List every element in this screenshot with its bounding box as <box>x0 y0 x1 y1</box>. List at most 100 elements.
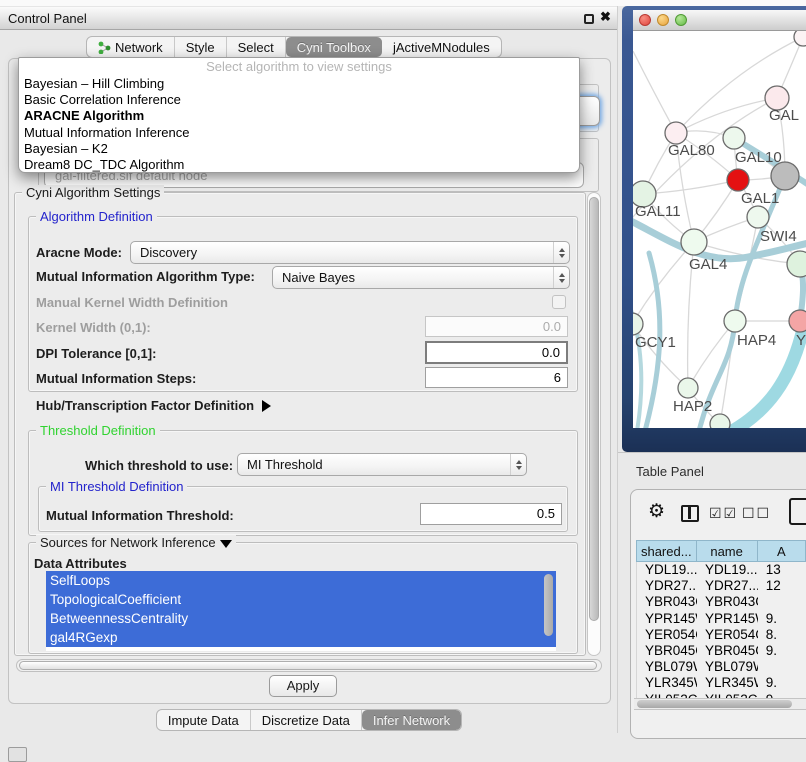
mi-threshold-label: Mutual Information Threshold: <box>46 508 234 523</box>
which-threshold-combo[interactable]: MI Threshold <box>237 453 527 476</box>
dropdown-item-bayesian-hill-climbing[interactable]: Bayesian – Hill Climbing <box>19 76 579 92</box>
table-row[interactable]: YDL19...YDL19...13 <box>637 562 806 578</box>
dropdown-item-aracne-algorithm[interactable]: ARACNE Algorithm <box>19 108 579 124</box>
control-panel-tabbar: NetworkStyleSelectCyni Toolbox jActiveMNo… <box>86 36 502 58</box>
dpi-tolerance-input[interactable]: 0.0 <box>425 341 568 364</box>
table-cell: YDR27... <box>697 578 758 594</box>
columns-icon[interactable] <box>681 505 699 522</box>
node-top-cut[interactable] <box>794 31 806 46</box>
table-cell: YLR345W <box>697 675 758 691</box>
which-threshold-label: Which threshold to use: <box>85 458 233 473</box>
hub-section-toggle[interactable]: Hub/Transcription Factor Definition <box>36 398 271 413</box>
table-row[interactable]: YDR27...YDR27...12 <box>637 578 806 594</box>
sources-legend[interactable]: Sources for Network Inference <box>36 535 236 550</box>
attribute-item-topologicalcoefficient[interactable]: TopologicalCoefficient <box>46 590 556 609</box>
column-header-name[interactable]: name <box>697 540 758 562</box>
column-header-a[interactable]: A <box>758 540 806 562</box>
table-row[interactable]: YBR043CYBR043C <box>637 594 806 610</box>
aracne-mode-combo[interactable]: Discovery <box>130 241 570 264</box>
node-gal10[interactable] <box>723 127 745 149</box>
node-gcy1[interactable] <box>633 313 643 335</box>
tab-label: jActiveMNodules <box>393 40 490 55</box>
table-row[interactable]: YPR145WYPR145W9. <box>637 611 806 627</box>
node-bottom-cut[interactable] <box>710 414 730 428</box>
node-hap2-label: HAP2 <box>673 398 712 415</box>
node-swi4[interactable] <box>747 206 769 228</box>
mi-steps-label: Mutual Information Steps: <box>36 371 196 386</box>
checked-boxes-icon[interactable]: ☑☑ <box>709 505 738 522</box>
table-row[interactable]: YBL079WYBL079W <box>637 659 806 675</box>
table-cell: YBL079W <box>637 659 697 675</box>
zoom-traffic-light-icon[interactable] <box>675 14 687 26</box>
unchecked-boxes-icon[interactable]: ☐☐ <box>742 505 771 522</box>
gear-icon[interactable]: ⚙ <box>648 501 665 523</box>
settings-horizontal-thumb[interactable] <box>19 661 597 670</box>
node-gal11-label: GAL11 <box>635 203 681 220</box>
node-gal80[interactable] <box>665 122 687 144</box>
attribute-item-gal4rgexp[interactable]: gal4RGexp <box>46 628 556 647</box>
minimize-traffic-light-icon[interactable] <box>657 14 669 26</box>
bottom-tab-discretize-data[interactable]: Discretize Data <box>251 710 362 730</box>
control-panel-edge <box>617 6 618 733</box>
table-cell: 9. <box>758 611 806 627</box>
table-header-row: shared...nameA <box>636 540 806 562</box>
collapsed-arrow-icon <box>262 400 271 412</box>
mi-threshold-input[interactable]: 0.5 <box>420 503 562 525</box>
settings-vertical-thumb[interactable] <box>589 197 599 621</box>
mi-algorithm-type-label: Mutual Information Algorithm Type: <box>36 269 255 284</box>
bottom-tab-impute-data[interactable]: Impute Data <box>157 710 251 730</box>
list-scrollbar-thumb[interactable] <box>544 574 553 636</box>
file-icon[interactable] <box>789 498 806 525</box>
network-icon <box>98 41 111 54</box>
mi-algorithm-type-combo[interactable]: Naive Bayes <box>272 266 570 289</box>
table-row[interactable]: YLR345WYLR345W9. <box>637 675 806 691</box>
table-horizontal-scrollbar[interactable] <box>634 698 806 710</box>
bottom-tab-infer-network[interactable]: Infer Network <box>362 710 461 730</box>
table-row[interactable]: YBR045CYBR045C9. <box>637 643 806 659</box>
tab-jactivemnodules[interactable]: jActiveMNodules <box>382 37 501 57</box>
dropdown-item-bayesian-k2[interactable]: Bayesian – K2 <box>19 141 579 157</box>
minimized-panel-icon[interactable] <box>8 747 27 762</box>
node-hap2[interactable] <box>678 378 698 398</box>
manual-kernel-checkbox[interactable] <box>552 295 566 309</box>
settings-horizontal-scrollbar[interactable] <box>16 659 602 672</box>
table-horizontal-thumb[interactable] <box>637 700 792 708</box>
column-header-shared[interactable]: shared... <box>636 540 697 562</box>
node-gray[interactable] <box>771 162 799 190</box>
close-icon[interactable]: ✖ <box>600 9 611 25</box>
threshold-definition-legend: Threshold Definition <box>36 423 160 438</box>
tab-cyni-toolbox[interactable]: Cyni Toolbox <box>286 37 382 57</box>
dropdown-item-dream8-dc-tdc-algorithm[interactable]: Dream8 DC_TDC Algorithm <box>19 157 579 173</box>
node-salmon[interactable] <box>789 310 806 332</box>
algorithm-dropdown-popup: Select algorithm to view settings Bayesi… <box>18 57 580 173</box>
node-hap4[interactable] <box>724 310 746 332</box>
table-cell: 13 <box>758 562 806 578</box>
settings-vertical-scrollbar[interactable] <box>587 192 601 656</box>
data-attributes-list[interactable]: SelfLoopsTopologicalCoefficientBetweenne… <box>46 571 556 651</box>
node-gal-cut-label: GAL <box>769 107 799 124</box>
node-gal1[interactable] <box>727 169 749 191</box>
attribute-item-betweennesscentrality[interactable]: BetweennessCentrality <box>46 609 556 628</box>
table-cell: YLR345W <box>637 675 697 691</box>
node-gal4[interactable] <box>681 229 707 255</box>
tab-network[interactable]: Network <box>87 37 175 57</box>
control-panel-title: Control Panel <box>8 11 87 26</box>
dropdown-item-mutual-information-inference[interactable]: Mutual Information Inference <box>19 125 579 141</box>
tab-select[interactable]: Select <box>227 37 286 57</box>
attribute-item-selfloops[interactable]: SelfLoops <box>46 571 556 590</box>
close-traffic-light-icon[interactable] <box>639 14 651 26</box>
table-cell: 8. <box>758 627 806 643</box>
float-icon[interactable] <box>584 14 594 24</box>
node-green-right[interactable] <box>787 251 806 277</box>
table-row[interactable]: YER054CYER054C8. <box>637 627 806 643</box>
kernel-width-input[interactable]: 0.0 <box>425 316 568 337</box>
manual-kernel-label: Manual Kernel Width Definition <box>36 295 228 310</box>
algorithm-definition-legend: Algorithm Definition <box>36 209 157 224</box>
network-canvas[interactable]: GALGAL80GAL10GAL1GAL11SWI4GAL4GCY1HAP4YH… <box>633 31 806 428</box>
mi-steps-input[interactable]: 6 <box>425 367 568 388</box>
tab-style[interactable]: Style <box>175 37 227 57</box>
apply-button[interactable]: Apply <box>269 675 337 697</box>
kernel-width-label: Kernel Width (0,1): <box>36 320 151 335</box>
network-window-titlebar[interactable] <box>633 10 806 31</box>
dropdown-item-basic-correlation-inference[interactable]: Basic Correlation Inference <box>19 92 579 108</box>
